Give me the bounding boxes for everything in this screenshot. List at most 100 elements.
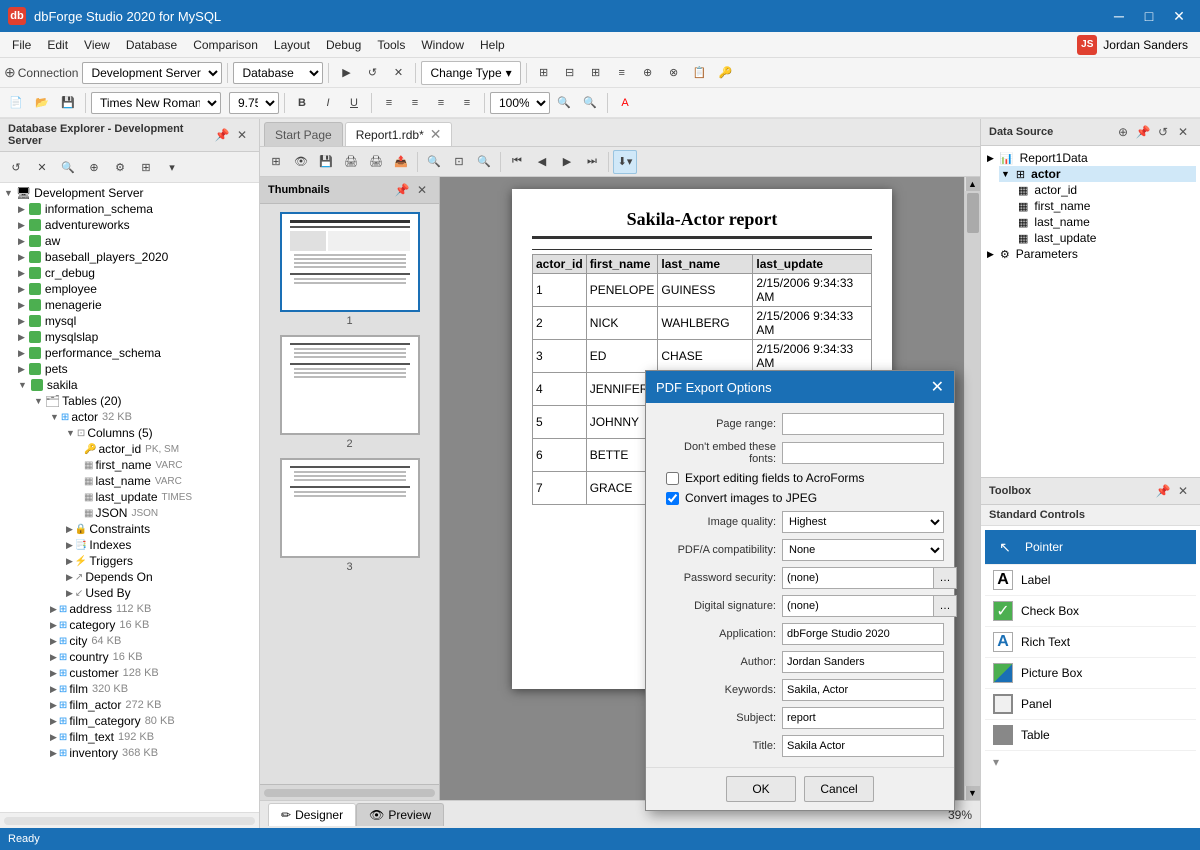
- align-center[interactable]: ≡: [403, 91, 427, 115]
- underline-button[interactable]: U: [342, 91, 366, 115]
- tool-panel[interactable]: Panel: [985, 689, 1196, 720]
- customer-table[interactable]: ▶ ⊞ customer 128 KB: [50, 665, 257, 681]
- film-actor-table[interactable]: ▶ ⊞ film_actor 272 KB: [50, 697, 257, 713]
- triggers-node[interactable]: ▶ ⚡ Triggers: [66, 553, 257, 569]
- ds-parameters[interactable]: ▶ ⚙ Parameters: [985, 246, 1196, 262]
- col-last-name[interactable]: ▦ last_name VARC: [82, 473, 257, 489]
- report-save[interactable]: 💾: [314, 150, 338, 174]
- menu-window[interactable]: Window: [413, 36, 472, 54]
- menu-comparison[interactable]: Comparison: [185, 36, 266, 54]
- ds-close[interactable]: ✕: [1174, 123, 1192, 141]
- menu-file[interactable]: File: [4, 36, 39, 54]
- tab-preview[interactable]: 👁 Preview: [356, 803, 444, 826]
- server-node[interactable]: ▼ 🖥 Development Server: [2, 185, 257, 201]
- tb2-save[interactable]: 💾: [56, 91, 80, 115]
- toolbar-btn-3[interactable]: ✕: [386, 61, 410, 85]
- db-aw[interactable]: ▶ aw: [18, 233, 257, 249]
- menu-view[interactable]: View: [76, 36, 118, 54]
- db-information-schema[interactable]: ▶ information_schema: [18, 201, 257, 217]
- convert-images-checkbox[interactable]: [666, 492, 679, 505]
- ds-actor[interactable]: ▼ ⊞ actor: [999, 166, 1196, 182]
- zoom-out[interactable]: 🔍: [578, 91, 602, 115]
- ds-refresh[interactable]: ↺: [1154, 123, 1172, 141]
- depends-on-node[interactable]: ▶ ↗ Depends On: [66, 569, 257, 585]
- tb-icon-6[interactable]: ⊗: [662, 61, 686, 85]
- tb-pin[interactable]: 📌: [1154, 482, 1172, 500]
- indexes-node[interactable]: ▶ 📑 Indexes: [66, 537, 257, 553]
- password-btn[interactable]: …: [933, 567, 957, 589]
- constraints-node[interactable]: ▶ 🔒 Constraints: [66, 521, 257, 537]
- tool-pointer[interactable]: ↖ Pointer: [985, 530, 1196, 565]
- film-text-table[interactable]: ▶ ⊞ film_text 192 KB: [50, 729, 257, 745]
- tables-node[interactable]: ▼ 🗂 Tables (20): [34, 393, 257, 409]
- page-range-input[interactable]: [782, 413, 944, 435]
- tab-report[interactable]: Report1.rdb* ✕: [345, 122, 453, 146]
- toolbar-btn-1[interactable]: ▶: [334, 61, 358, 85]
- tb-icon-8[interactable]: 🔑: [714, 61, 738, 85]
- pdfa-select[interactable]: None: [782, 539, 944, 561]
- col-actor-id[interactable]: 🔑 actor_id PK, SM: [82, 441, 257, 457]
- menu-edit[interactable]: Edit: [39, 36, 76, 54]
- db-add[interactable]: ⊕: [82, 155, 106, 179]
- inventory-table[interactable]: ▶ ⊞ inventory 368 KB: [50, 745, 257, 761]
- tool-label[interactable]: A Label: [985, 565, 1196, 596]
- report-print-options[interactable]: 🖨: [364, 150, 388, 174]
- connection-dropdown[interactable]: Development Server: [82, 62, 222, 84]
- col-json[interactable]: ▦ JSON JSON: [82, 505, 257, 521]
- subject-input[interactable]: [782, 707, 944, 729]
- db-refresh[interactable]: ↺: [4, 155, 28, 179]
- db-adventureworks[interactable]: ▶ adventureworks: [18, 217, 257, 233]
- panel-close[interactable]: ✕: [233, 126, 251, 144]
- db-settings[interactable]: ⚙: [108, 155, 132, 179]
- scroll-down[interactable]: ▼: [966, 786, 980, 800]
- align-justify[interactable]: ≡: [455, 91, 479, 115]
- tb2-new[interactable]: 📄: [4, 91, 28, 115]
- tab-report-close[interactable]: ✕: [430, 126, 442, 143]
- tb2-open[interactable]: 📂: [30, 91, 54, 115]
- author-input[interactable]: [782, 651, 944, 673]
- ds-add[interactable]: ⊕: [1114, 123, 1132, 141]
- tb-icon-2[interactable]: ⊟: [558, 61, 582, 85]
- db-employee[interactable]: ▶ employee: [18, 281, 257, 297]
- panel-pin[interactable]: 📌: [213, 126, 231, 144]
- tb-icon-1[interactable]: ⊞: [532, 61, 556, 85]
- image-quality-select[interactable]: Highest High Medium Low: [782, 511, 944, 533]
- thumbnail-1[interactable]: 1: [280, 212, 420, 327]
- menu-debug[interactable]: Debug: [318, 36, 369, 54]
- align-right[interactable]: ≡: [429, 91, 453, 115]
- thumbs-close[interactable]: ✕: [413, 181, 431, 199]
- menu-layout[interactable]: Layout: [266, 36, 318, 54]
- db-more[interactable]: ▾: [160, 155, 184, 179]
- bold-button[interactable]: B: [290, 91, 314, 115]
- db-pets[interactable]: ▶ pets: [18, 361, 257, 377]
- db-filter[interactable]: 🔍: [56, 155, 80, 179]
- film-category-table[interactable]: ▶ ⊞ film_category 80 KB: [50, 713, 257, 729]
- tb-icon-3[interactable]: ⊞: [584, 61, 608, 85]
- columns-node[interactable]: ▼ ⊡ Columns (5): [66, 425, 257, 441]
- signature-input[interactable]: [782, 595, 933, 617]
- ok-button[interactable]: OK: [726, 776, 796, 802]
- db-view[interactable]: ⊞: [134, 155, 158, 179]
- ds-actor-id[interactable]: ▦ actor_id: [1013, 182, 1196, 198]
- change-type-button[interactable]: Change Type ▾: [421, 61, 520, 85]
- ds-last-update[interactable]: ▦ last_update: [1013, 230, 1196, 246]
- view-preview[interactable]: 👁: [289, 150, 313, 174]
- password-input[interactable]: [782, 567, 933, 589]
- thumbs-hscroll[interactable]: [264, 789, 435, 797]
- used-by-node[interactable]: ▶ ↙ Used By: [66, 585, 257, 601]
- db-disconnect[interactable]: ✕: [30, 155, 54, 179]
- menu-database[interactable]: Database: [118, 36, 185, 54]
- fonts-input[interactable]: [782, 442, 944, 464]
- db-baseball[interactable]: ▶ baseball_players_2020: [18, 249, 257, 265]
- db-cr-debug[interactable]: ▶ cr_debug: [18, 265, 257, 281]
- menu-tools[interactable]: Tools: [369, 36, 413, 54]
- tb-icon-5[interactable]: ⊕: [636, 61, 660, 85]
- film-table[interactable]: ▶ ⊞ film 320 KB: [50, 681, 257, 697]
- font-size-dropdown[interactable]: 9.75: [229, 92, 279, 114]
- db-mysql[interactable]: ▶ mysql: [18, 313, 257, 329]
- db-mysqlslap[interactable]: ▶ mysqlslap: [18, 329, 257, 345]
- color-btn[interactable]: A: [613, 91, 637, 115]
- export-options-btn[interactable]: ⬇▾: [613, 150, 637, 174]
- page-last[interactable]: ⏭: [580, 150, 604, 174]
- signature-btn[interactable]: …: [933, 595, 957, 617]
